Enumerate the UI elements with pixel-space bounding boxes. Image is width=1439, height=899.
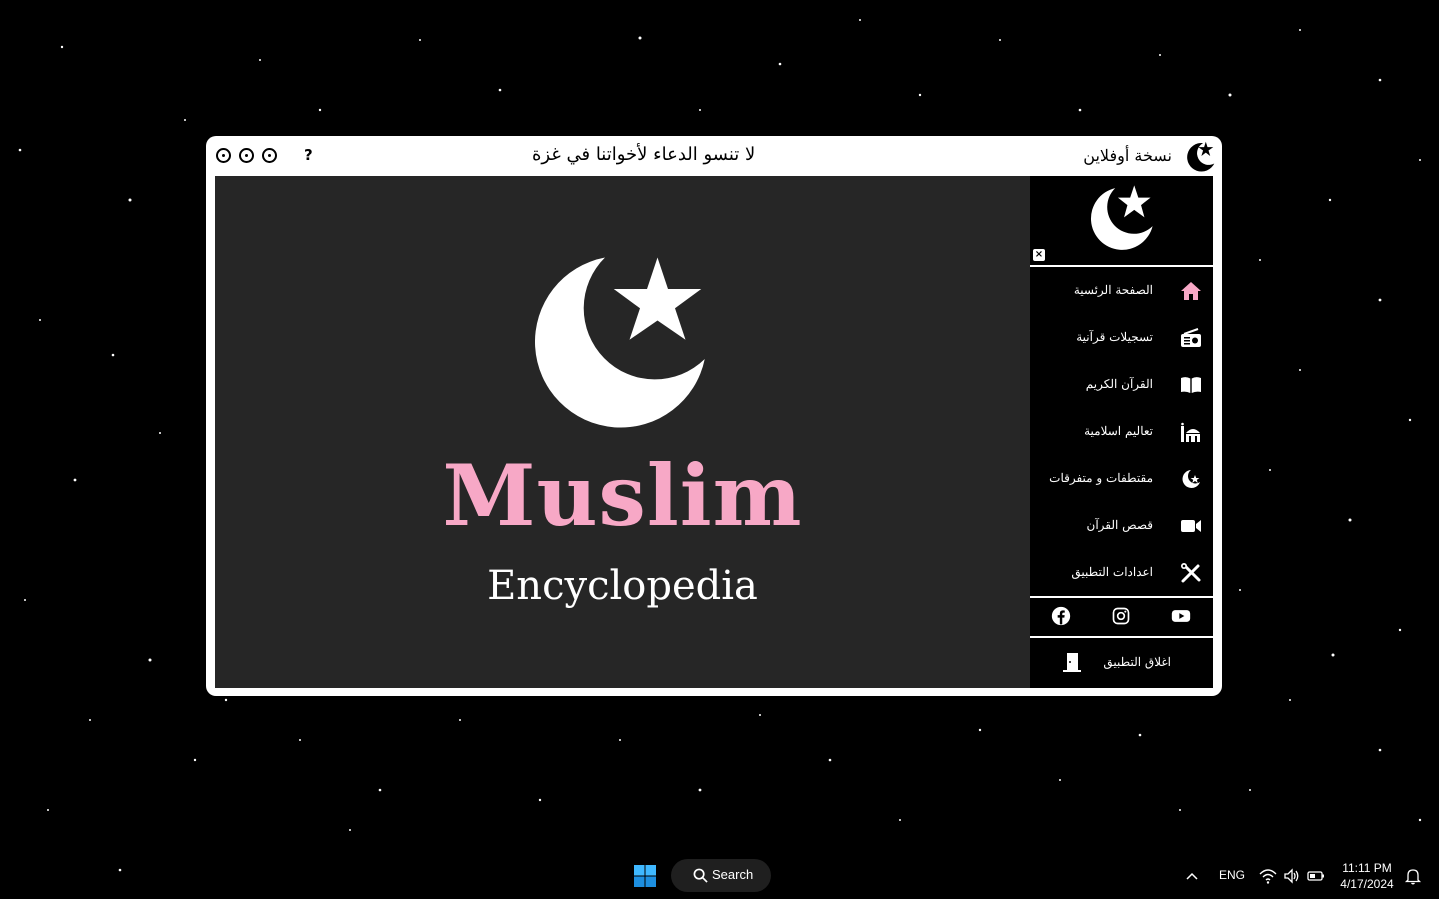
sidebar-item-label: قصص القرآن <box>1086 518 1154 532</box>
app-window: ? لا تنسو الدعاء لأخواتنا في غزة نسخة أو… <box>206 136 1222 696</box>
social-links <box>1030 598 1213 634</box>
title-message: لا تنسو الدعاء لأخواتنا في غزة <box>532 144 756 165</box>
windows-start-icon[interactable] <box>633 864 657 888</box>
search-icon <box>693 868 708 883</box>
hero-subtitle: Encyclopedia <box>487 563 758 609</box>
tools-icon <box>1181 563 1201 583</box>
title-bar: ? لا تنسو الدعاء لأخواتنا في غزة نسخة أو… <box>206 136 1222 176</box>
system-clock[interactable]: 11:11 PM 4/17/2024 <box>1336 860 1398 892</box>
search-label: Search <box>712 867 754 882</box>
mosque-icon <box>1181 422 1200 442</box>
sidebar-item-quran[interactable]: القرآن الكريم <box>1030 361 1213 408</box>
crescent-star-logo-icon <box>1187 141 1215 172</box>
hero-title: Muslim <box>442 446 803 545</box>
exit-label: اغلاق التطبيق <box>1103 655 1171 669</box>
taskbar-search-button[interactable]: Search <box>671 859 771 892</box>
crescent-star-hero-icon <box>535 257 705 428</box>
sidebar-item-label: تعاليم اسلامية <box>1084 424 1153 438</box>
youtube-icon[interactable] <box>1171 606 1191 626</box>
help-button[interactable]: ? <box>304 146 313 164</box>
crescent-star-sidebar-icon <box>1090 185 1153 250</box>
taskbar: Search ENG 11:11 PM 4/17/2024 <box>0 851 1439 899</box>
sidebar-item-teachings[interactable]: تعاليم اسلامية <box>1030 408 1213 455</box>
sidebar-menu: الصفحة الرئسية تسجيلات قرآنية القرآن الك… <box>1030 267 1213 596</box>
app-title: نسخة أوفلاين <box>1083 146 1172 165</box>
sidebar-item-extras[interactable]: مقتطفات و متفرقات <box>1030 455 1213 502</box>
sidebar-close-button[interactable]: × <box>1033 249 1045 261</box>
exit-app-button[interactable]: اغلاق التطبيق <box>1030 638 1213 686</box>
minimize-window-button[interactable] <box>262 148 277 163</box>
volume-icon[interactable] <box>1283 867 1301 885</box>
sidebar-item-recordings[interactable]: تسجيلات قرآنية <box>1030 314 1213 361</box>
main-content: Muslim Encyclopedia <box>215 176 1030 688</box>
sidebar-item-label: القرآن الكريم <box>1085 377 1153 391</box>
facebook-icon[interactable] <box>1051 606 1071 626</box>
book-icon <box>1181 377 1201 393</box>
door-exit-icon <box>1063 653 1081 672</box>
sidebar-item-settings[interactable]: اعدادات التطبيق <box>1030 549 1213 596</box>
video-icon <box>1181 520 1201 532</box>
chevron-up-icon[interactable] <box>1185 869 1199 883</box>
clock-time: 11:11 PM <box>1342 861 1392 875</box>
instagram-icon[interactable] <box>1111 606 1131 626</box>
maximize-window-button[interactable] <box>239 148 254 163</box>
sidebar-item-label: الصفحة الرئسية <box>1073 283 1153 297</box>
clock-date: 4/17/2024 <box>1340 877 1394 891</box>
battery-icon[interactable] <box>1307 867 1325 885</box>
notification-bell-icon[interactable] <box>1404 867 1422 885</box>
wifi-icon[interactable] <box>1259 867 1277 885</box>
sidebar-item-label: تسجيلات قرآنية <box>1076 330 1153 344</box>
window-controls <box>216 148 277 163</box>
sidebar: × الصفحة الرئسية تسجيلات قرآنية القرآن ا… <box>1030 176 1213 688</box>
sidebar-item-label: مقتطفات و متفرقات <box>1049 471 1153 485</box>
home-icon <box>1181 282 1201 300</box>
crescent-star-icon <box>1182 470 1200 488</box>
sidebar-item-label: اعدادات التطبيق <box>1071 565 1153 579</box>
sidebar-item-stories[interactable]: قصص القرآن <box>1030 502 1213 549</box>
close-window-button[interactable] <box>216 148 231 163</box>
radio-icon <box>1181 328 1201 347</box>
sidebar-item-home[interactable]: الصفحة الرئسية <box>1030 267 1213 314</box>
language-indicator[interactable]: ENG <box>1219 868 1245 882</box>
